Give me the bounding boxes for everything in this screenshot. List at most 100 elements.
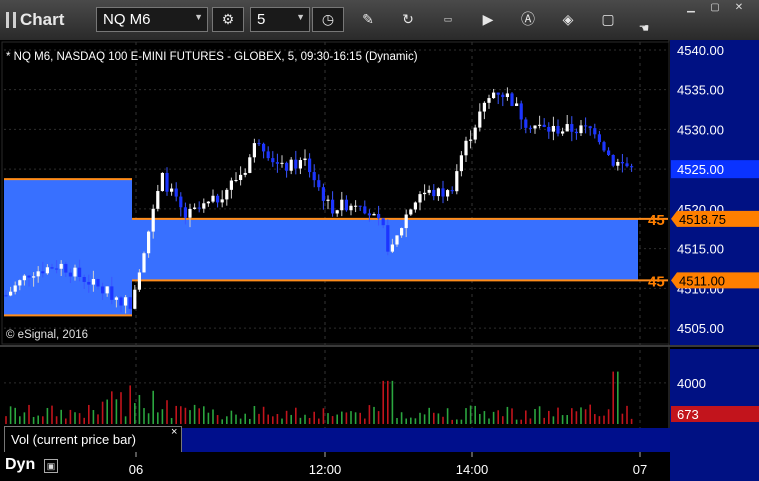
chevron-down-icon[interactable]: ▼ — [296, 12, 305, 22]
candle-body — [73, 267, 77, 277]
candle-body — [510, 93, 514, 106]
level-label: 45 — [648, 212, 665, 229]
candle-body — [570, 124, 574, 132]
candle-body — [312, 172, 316, 181]
tag-icon[interactable]: ◈ — [558, 9, 578, 29]
candle-body — [464, 140, 468, 156]
candle-body — [441, 188, 445, 197]
candle-body — [326, 199, 330, 201]
candle-body — [487, 98, 491, 103]
x-tick-label: 06 — [129, 462, 143, 477]
period-settings-button[interactable]: ⚙ — [212, 7, 244, 32]
copyright-label: © eSignal, 2016 — [6, 329, 88, 341]
candle-body — [390, 244, 394, 252]
candle-body — [496, 92, 500, 95]
candle-body — [395, 235, 399, 245]
y-tick-label: 4530.00 — [677, 122, 724, 137]
candle-body — [124, 297, 128, 306]
chevron-down-icon[interactable]: ▼ — [194, 12, 203, 22]
clock-icon: ◷ — [321, 11, 335, 27]
candle-body — [262, 143, 266, 152]
candle-body — [446, 190, 450, 197]
candle-body — [611, 154, 615, 166]
candle-body — [257, 143, 261, 145]
candle-body — [211, 195, 215, 202]
candle-body — [404, 214, 408, 229]
candle-body — [298, 160, 302, 169]
candle-body — [538, 124, 542, 126]
candle-body — [303, 158, 307, 161]
candle-body — [119, 297, 123, 306]
interval-value: 5 — [257, 11, 266, 28]
close-icon[interactable]: × — [171, 426, 177, 438]
close-icon[interactable]: ✕ — [728, 1, 750, 15]
window-title: Chart — [6, 10, 64, 30]
candle-body — [620, 161, 624, 164]
pencil-icon[interactable]: ✎ — [358, 9, 378, 29]
candle-body — [147, 231, 151, 254]
candle-body — [625, 163, 629, 167]
volume-pane-strip[interactable] — [182, 428, 670, 452]
candle-body — [4, 295, 8, 297]
candle-body — [358, 205, 362, 207]
candle-body — [561, 131, 565, 134]
candle-body — [551, 125, 555, 132]
refresh-icon[interactable]: ↻ — [398, 9, 418, 29]
lock-icon[interactable]: ▣ — [44, 459, 58, 473]
candle-body — [78, 267, 82, 277]
candle-body — [584, 125, 588, 127]
candle-body — [105, 286, 109, 294]
minimize-icon[interactable]: ▁ — [680, 1, 702, 15]
candle-body — [289, 159, 293, 171]
candle-body — [574, 131, 578, 134]
candle-body — [142, 253, 146, 273]
candle-body — [239, 174, 243, 181]
volume-pane-tab[interactable]: Vol (current price bar) — [4, 426, 182, 452]
candle-body — [602, 142, 606, 151]
candle-body — [367, 213, 371, 216]
level-price-label: 4518.75 — [679, 212, 726, 227]
candle-body — [114, 297, 118, 300]
cursor-icon[interactable]: ☚ — [634, 18, 654, 38]
candle-body — [96, 279, 100, 287]
candle-body — [372, 213, 376, 216]
candle-body — [381, 218, 385, 226]
candle-body — [101, 286, 105, 294]
grip-icon[interactable] — [6, 12, 16, 28]
candle-body — [519, 103, 523, 120]
candle-body — [565, 124, 569, 132]
candle-body — [110, 286, 114, 300]
candle-body — [32, 276, 36, 278]
candle-body — [294, 159, 298, 169]
play-icon[interactable]: ▶ — [478, 9, 498, 29]
comment-icon[interactable]: ▢ — [598, 9, 618, 29]
y-tick-label: 4515.00 — [677, 242, 724, 257]
candle-body — [82, 276, 86, 282]
mode-label[interactable]: Dyn — [5, 456, 35, 474]
candle-body — [478, 111, 482, 128]
chart-header: * NQ M6, NASDAQ 100 E-MINI FUTURES - GLO… — [6, 51, 418, 63]
candle-body — [400, 228, 404, 236]
candle-body — [133, 289, 137, 309]
symbol-combo[interactable]: NQ M6 ▼ — [96, 7, 208, 32]
candle-body — [9, 291, 13, 296]
candle-body — [450, 190, 454, 192]
price-chart[interactable]: 4505.004510.004515.004520.004525.004530.… — [0, 40, 759, 481]
volume-tick-label: 4000 — [677, 376, 706, 391]
candle-body — [216, 195, 220, 203]
maximize-icon[interactable]: ▢ — [704, 1, 726, 15]
interval-combo[interactable]: 5 ▼ — [250, 7, 310, 32]
candle-body — [248, 157, 252, 173]
candle-body — [202, 203, 206, 209]
time-template-button[interactable]: ◷ — [312, 7, 344, 32]
get-icon[interactable]: ▭ — [438, 9, 458, 29]
candle-body — [280, 162, 284, 164]
x-tick-label: 14:00 — [456, 462, 489, 477]
alert-icon[interactable]: Ⓐ — [518, 9, 538, 29]
candle-body — [597, 134, 601, 143]
candle-body — [22, 275, 26, 281]
candle-body — [409, 209, 413, 215]
candle-body — [91, 279, 95, 285]
symbol-value: NQ M6 — [103, 11, 151, 28]
candle-body — [616, 161, 620, 166]
